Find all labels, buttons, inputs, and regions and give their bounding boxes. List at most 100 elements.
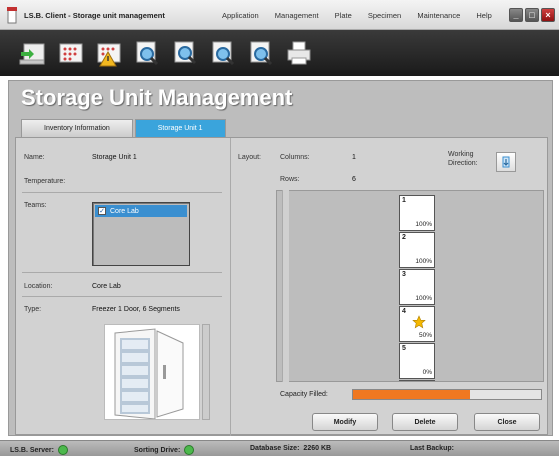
- delete-button[interactable]: Delete: [392, 413, 458, 431]
- segment-cell[interactable]: 4 50%: [399, 306, 435, 342]
- search-plate-button[interactable]: [130, 36, 164, 70]
- segment-number: 1: [402, 197, 406, 204]
- tab-inventory-information[interactable]: Inventory Information: [21, 119, 133, 137]
- import-rack-button[interactable]: [16, 36, 50, 70]
- sorting-ok-icon: [184, 445, 195, 455]
- team-item-core-lab[interactable]: ✓ Core Lab: [95, 205, 187, 217]
- main-panel: Storage Unit Management Inventory Inform…: [8, 80, 553, 436]
- divider: [22, 192, 222, 193]
- layout-label: Layout:: [238, 154, 261, 161]
- name-value[interactable]: Storage Unit 1: [92, 154, 137, 161]
- team-checkbox[interactable]: ✓: [98, 207, 106, 215]
- search-specimen-button[interactable]: [168, 36, 202, 70]
- search-storage-button[interactable]: [206, 36, 240, 70]
- columns-value: 1: [352, 154, 356, 161]
- menu-plate[interactable]: Plate: [335, 11, 352, 20]
- columns-label: Columns:: [280, 154, 310, 161]
- page-title: Storage Unit Management: [21, 85, 293, 110]
- sorting-drive-status: Sorting Drive:: [134, 445, 195, 455]
- temperature-label: Temperature:: [24, 178, 66, 185]
- segment-cell[interactable]: 5 0%: [399, 343, 435, 379]
- freezer-image: [104, 324, 200, 420]
- minimize-button[interactable]: _: [509, 8, 523, 22]
- storage-unit-form: Name: Storage Unit 1 Temperature: Teams:…: [15, 137, 548, 436]
- tab-bar: Inventory Information Storage Unit 1: [21, 119, 228, 137]
- capacity-label: Capacity Filled:: [280, 391, 328, 398]
- rack-warning-icon: [97, 43, 121, 67]
- type-value[interactable]: Freezer 1 Door, 6 Segments: [92, 306, 180, 313]
- server-label: LS.B. Server:: [10, 446, 54, 454]
- divider: [22, 272, 222, 273]
- segment-column: 1100%2100%3100%450%50%6: [399, 195, 435, 381]
- search-report-button[interactable]: [244, 36, 278, 70]
- menu-maintenance[interactable]: Maintenance: [417, 11, 460, 20]
- toolbar: [0, 30, 559, 76]
- location-value[interactable]: Core Lab: [92, 283, 121, 290]
- rack-grid-button[interactable]: [54, 36, 88, 70]
- segment-cell[interactable]: 1 100%: [399, 195, 435, 231]
- print-icon: [287, 41, 311, 65]
- segment-fill-percent: 0%: [422, 369, 432, 376]
- working-direction-button[interactable]: [496, 152, 516, 172]
- segment-fill-percent: 100%: [415, 258, 432, 265]
- column-divider: [230, 138, 231, 436]
- database-size-status: Database Size: 2260 KB: [250, 445, 331, 452]
- segment-fill-percent: 50%: [418, 332, 432, 339]
- modify-button[interactable]: Modify: [312, 413, 378, 431]
- tab-storage-unit-1[interactable]: Storage Unit 1: [134, 119, 226, 137]
- working-direction-label: Working Direction:: [448, 151, 478, 167]
- title-bar: LS.B. Client - Storage unit management A…: [0, 0, 559, 30]
- segment-fill-percent: 100%: [415, 295, 432, 302]
- grid-scrollbar[interactable]: [282, 190, 289, 382]
- image-scrollbar[interactable]: [202, 324, 210, 420]
- rack-warning-button[interactable]: [92, 36, 126, 70]
- menu-management[interactable]: Management: [275, 11, 319, 20]
- menu-help[interactable]: Help: [476, 11, 491, 20]
- direction-arrow-icon: [502, 156, 510, 168]
- server-ok-icon: [57, 445, 68, 455]
- backup-label: Last Backup:: [410, 445, 454, 452]
- print-button[interactable]: [282, 36, 316, 70]
- location-label: Location:: [24, 283, 53, 290]
- segment-number: 2: [402, 234, 406, 241]
- capacity-bar: [352, 389, 542, 400]
- segment-fill-percent: 100%: [415, 221, 432, 228]
- rows-value: 6: [352, 176, 356, 183]
- segment-number: 5: [402, 345, 406, 352]
- search-specimen-icon: [174, 41, 197, 65]
- rows-label: Rows:: [280, 176, 300, 183]
- menu-bar: Application Management Plate Specimen Ma…: [222, 11, 506, 20]
- type-label: Type:: [24, 306, 42, 313]
- segment-number: 3: [402, 271, 406, 278]
- server-status: LS.B. Server:: [10, 445, 68, 455]
- capacity-fill: [353, 390, 470, 399]
- segment-cell[interactable]: 2 100%: [399, 232, 435, 268]
- rack-grid-icon: [59, 43, 83, 63]
- teams-list[interactable]: ✓ Core Lab: [92, 202, 190, 266]
- window-controls: _ □ ×: [509, 8, 555, 22]
- sorting-label: Sorting Drive:: [134, 446, 181, 454]
- app-logo-icon: [7, 7, 17, 24]
- storage-grid: 1100%2100%3100%450%50%6: [276, 190, 544, 382]
- menu-specimen[interactable]: Specimen: [368, 11, 401, 20]
- segment-cell[interactable]: 6: [399, 380, 435, 381]
- close-button[interactable]: Close: [474, 413, 540, 431]
- search-storage-icon: [212, 41, 235, 66]
- status-bar: LS.B. Server: Sorting Drive: Database Si…: [0, 440, 559, 456]
- search-plate-icon: [136, 41, 159, 66]
- last-backup-status: Last Backup:: [410, 445, 454, 452]
- window-title: LS.B. Client - Storage unit management: [24, 11, 165, 20]
- menu-application[interactable]: Application: [222, 11, 259, 20]
- star-icon: [412, 315, 426, 329]
- db-value: 2260 KB: [303, 445, 332, 452]
- freezer-icon: [114, 328, 184, 419]
- db-label: Database Size:: [250, 445, 300, 452]
- teams-label: Teams:: [24, 202, 47, 209]
- segment-number: 4: [402, 308, 406, 315]
- import-rack-icon: [19, 43, 45, 65]
- maximize-button[interactable]: □: [525, 8, 539, 22]
- name-label: Name:: [24, 154, 45, 161]
- close-window-button[interactable]: ×: [541, 8, 555, 22]
- team-label: Core Lab: [110, 207, 139, 215]
- segment-cell[interactable]: 3 100%: [399, 269, 435, 305]
